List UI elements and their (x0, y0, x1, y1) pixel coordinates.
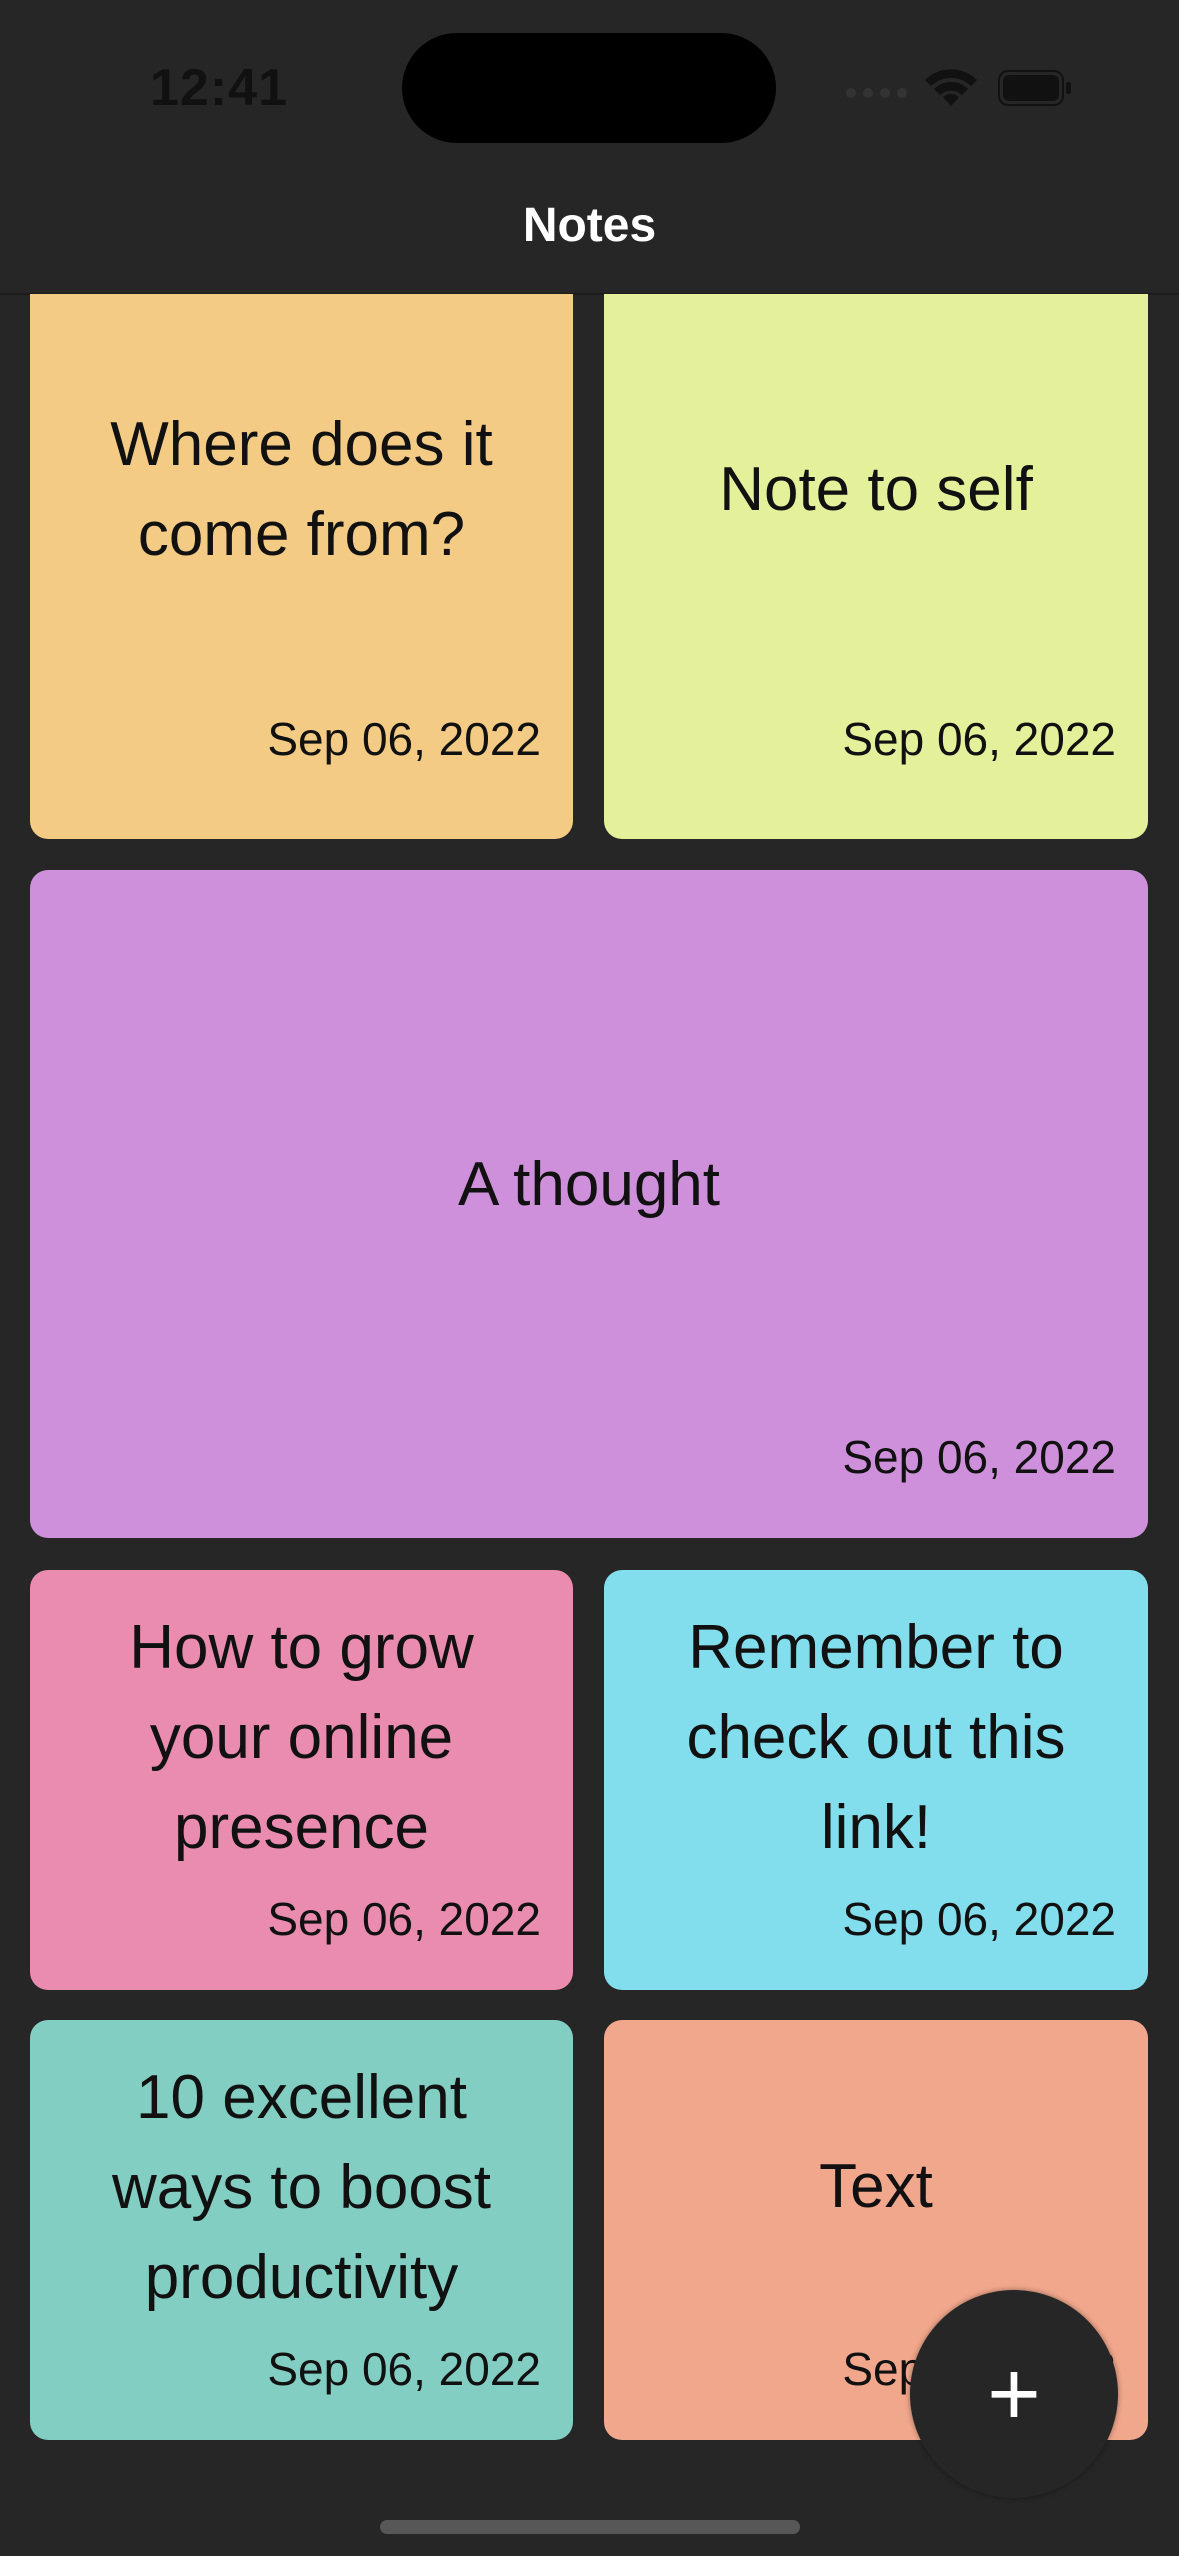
home-indicator[interactable] (380, 2520, 800, 2534)
cellular-signal-icon (846, 88, 907, 98)
note-card[interactable]: Where does it come from? Sep 06, 2022 (30, 294, 573, 839)
note-title: How to grow your online presence (129, 1613, 474, 1862)
note-card[interactable]: 10 excellent ways to boost productivity … (30, 2020, 573, 2440)
note-card[interactable]: A thought Sep 06, 2022 (30, 870, 1148, 1538)
note-title: Where does it come from? (110, 410, 493, 569)
battery-icon (998, 70, 1071, 106)
notes-grid[interactable]: Where does it come from? Sep 06, 2022 No… (0, 294, 1179, 2494)
add-note-button[interactable]: + (910, 2290, 1118, 2498)
note-title: Text (819, 2152, 933, 2221)
note-title: 10 excellent ways to boost productivity (111, 2063, 492, 2312)
status-time: 12:41 (150, 59, 288, 117)
note-date: Sep 06, 2022 (267, 1893, 541, 1945)
note-date: Sep 06, 2022 (842, 1431, 1116, 1483)
note-title: Remember to check out this link! (686, 1613, 1066, 1862)
note-date: Sep 06, 2022 (267, 2343, 541, 2395)
note-date: Sep 06, 2022 (842, 713, 1116, 765)
status-bar: 12:41 (0, 0, 1179, 178)
note-title: Note to self (719, 455, 1033, 524)
navigation-bar: Notes (0, 178, 1179, 295)
note-date: Sep 06, 2022 (267, 713, 541, 765)
note-card[interactable]: Note to self Sep 06, 2022 (604, 294, 1148, 839)
note-title: A thought (457, 1150, 721, 1219)
dynamic-island (402, 33, 776, 143)
note-card[interactable]: How to grow your online presence Sep 06,… (30, 1570, 573, 1990)
page-title: Notes (522, 199, 657, 252)
note-date: Sep 06, 2022 (842, 1893, 1116, 1945)
wifi-icon (925, 69, 977, 106)
note-card[interactable]: Remember to check out this link! Sep 06,… (604, 1570, 1148, 1990)
